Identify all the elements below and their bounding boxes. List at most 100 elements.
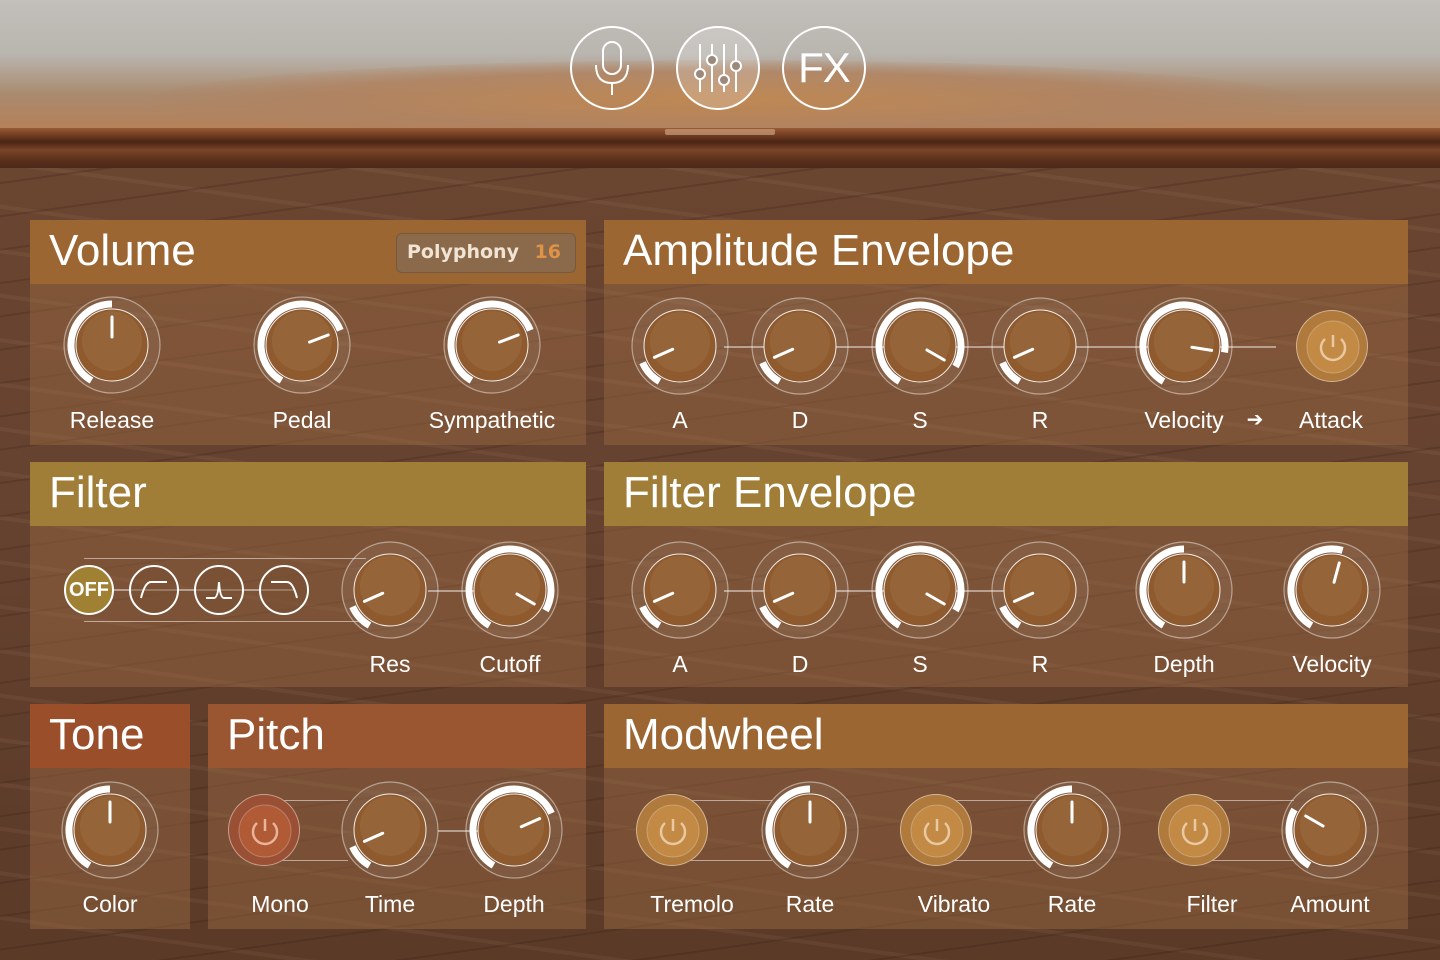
lowpass-icon xyxy=(140,581,167,599)
pitch-depth-knob[interactable] xyxy=(464,780,564,880)
knob-graphic xyxy=(631,541,729,639)
lowpass-button[interactable] xyxy=(129,565,179,615)
knob-highlight xyxy=(650,556,710,616)
attack-label: Attack xyxy=(1299,407,1363,433)
knob-highlight xyxy=(360,796,420,856)
modwheel-panel: Modwheel Tremolo Rate Vibrato Rate Filte… xyxy=(604,704,1408,929)
power-icon xyxy=(238,804,292,858)
attack-toggle[interactable] xyxy=(1296,310,1368,382)
knob-highlight xyxy=(1010,312,1070,372)
amp-envelope-panel: Amplitude Envelope A D S R Velocity ➔ At… xyxy=(604,220,1408,445)
mono-toggle[interactable] xyxy=(228,794,300,866)
fenv-velocity-label: Velocity xyxy=(1292,651,1372,677)
highpass-button[interactable] xyxy=(259,565,309,615)
filter-amount-knob[interactable] xyxy=(1280,780,1380,880)
fenv-release-knob[interactable] xyxy=(990,540,1090,640)
amp-release-knob[interactable] xyxy=(990,296,1090,396)
knob-graphic xyxy=(1023,781,1121,879)
knob-graphic xyxy=(871,541,969,639)
knob-graphic xyxy=(751,297,849,395)
knob-highlight xyxy=(770,312,830,372)
knob-graphic xyxy=(443,296,541,394)
filter-title: Filter xyxy=(49,468,147,517)
amp-sustain-knob[interactable] xyxy=(870,296,970,396)
knob-graphic xyxy=(461,541,559,639)
tremolo-toggle[interactable] xyxy=(636,794,708,866)
fx-icon: FX xyxy=(798,44,851,91)
vibrato-rate-label: Rate xyxy=(1047,891,1097,917)
release-knob[interactable] xyxy=(62,295,162,395)
cutoff-label: Cutoff xyxy=(479,651,541,677)
knob-highlight xyxy=(462,311,522,371)
off-label: OFF xyxy=(69,578,109,601)
tone-title: Tone xyxy=(49,710,145,759)
pitch-time-knob[interactable] xyxy=(340,780,440,880)
fenv-depth-label: Depth xyxy=(1153,651,1215,677)
filter-envelope-panel: Filter Envelope A D S R Depth Velocity xyxy=(604,462,1408,687)
knob-highlight xyxy=(484,796,544,856)
volume-panel: Volume Polyphony 16 Release Pedal Sympat… xyxy=(30,220,586,445)
pedal-label: Pedal xyxy=(272,407,332,433)
knob-graphic xyxy=(871,297,969,395)
amp-velocity-knob[interactable] xyxy=(1134,296,1234,396)
highpass-icon xyxy=(271,581,298,599)
knob-highlight xyxy=(890,556,950,616)
knob-highlight xyxy=(480,556,540,616)
amp-attack-knob[interactable] xyxy=(630,296,730,396)
bandpass-icon xyxy=(206,581,232,599)
filter-panel: Filter OFF Res Cutoff xyxy=(30,462,586,687)
vibrato-rate-knob[interactable] xyxy=(1022,780,1122,880)
fenv-r-label: R xyxy=(1031,651,1049,677)
amount-label: Amount xyxy=(1290,891,1370,917)
sympathetic-knob[interactable] xyxy=(442,295,542,395)
fenv-velocity-knob[interactable] xyxy=(1282,540,1382,640)
mixer-button[interactable] xyxy=(676,26,760,110)
fenv-depth-knob[interactable] xyxy=(1134,540,1234,640)
mixer-sliders-icon xyxy=(694,44,742,92)
knob-highlight xyxy=(770,556,830,616)
pitch-title: Pitch xyxy=(227,710,325,759)
tremolo-rate-knob[interactable] xyxy=(760,780,860,880)
filter-cutoff-knob[interactable] xyxy=(460,540,560,640)
knob-highlight xyxy=(1300,796,1360,856)
filter-res-knob[interactable] xyxy=(340,540,440,640)
power-icon xyxy=(1168,804,1222,858)
color-knob[interactable] xyxy=(60,780,160,880)
pedal-knob[interactable] xyxy=(252,295,352,395)
release-label: Release xyxy=(69,407,155,433)
knob-highlight xyxy=(1154,312,1214,372)
piano-lid xyxy=(0,128,1440,168)
amp-decay-knob[interactable] xyxy=(750,296,850,396)
knob-graphic xyxy=(341,781,439,879)
filter-off-button[interactable]: OFF xyxy=(64,565,114,615)
microphone-icon xyxy=(595,41,629,95)
knob-highlight xyxy=(1010,556,1070,616)
modwheel-title: Modwheel xyxy=(623,710,824,759)
fx-button[interactable]: FX xyxy=(782,26,866,110)
vibrato-toggle[interactable] xyxy=(900,794,972,866)
knob-graphic xyxy=(631,297,729,395)
power-icon xyxy=(910,804,964,858)
knob-graphic xyxy=(761,781,859,879)
fenv-sustain-knob[interactable] xyxy=(870,540,970,640)
sympathetic-label: Sympathetic xyxy=(428,407,556,433)
amp-envelope-title: Amplitude Envelope xyxy=(623,226,1015,275)
fenv-attack-knob[interactable] xyxy=(630,540,730,640)
knob-graphic xyxy=(1283,541,1381,639)
filter-mod-toggle[interactable] xyxy=(1158,794,1230,866)
microphone-button[interactable] xyxy=(570,26,654,110)
knob-highlight xyxy=(360,556,420,616)
tremolo-rate-label: Rate xyxy=(785,891,835,917)
knob-graphic xyxy=(465,781,563,879)
knob-graphic xyxy=(63,296,161,394)
bandpass-button[interactable] xyxy=(194,565,244,615)
pitch-depth-label: Depth xyxy=(483,891,545,917)
amp-r-label: R xyxy=(1031,407,1049,433)
knob-graphic xyxy=(341,541,439,639)
power-icon xyxy=(646,804,700,858)
knob-graphic xyxy=(751,541,849,639)
knob-highlight xyxy=(890,312,950,372)
polyphony-value: 16 xyxy=(534,241,561,263)
polyphony-selector[interactable]: Polyphony 16 xyxy=(396,233,576,273)
fenv-decay-knob[interactable] xyxy=(750,540,850,640)
